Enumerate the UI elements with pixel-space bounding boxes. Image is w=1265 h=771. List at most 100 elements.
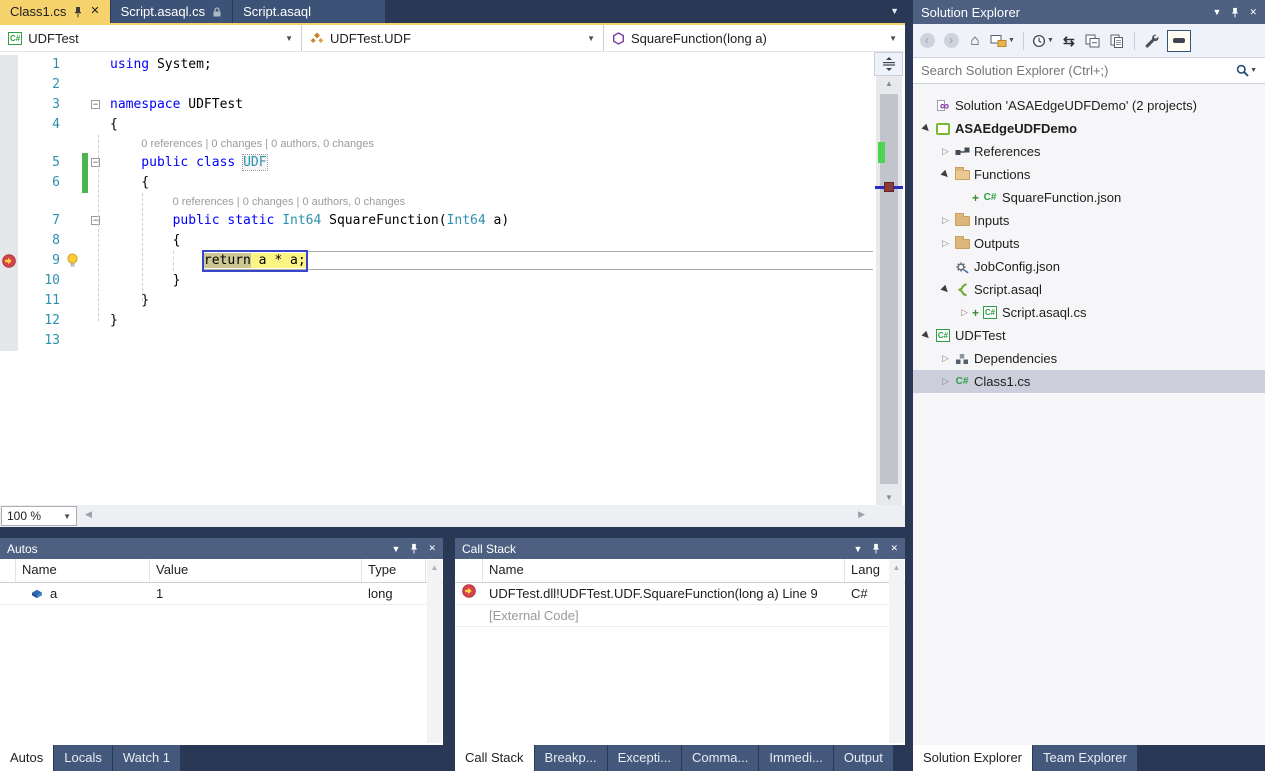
breakpoint-margin[interactable] <box>0 173 18 193</box>
tree-item-functions[interactable]: ▶Functions <box>913 163 1265 186</box>
codelens-row[interactable]: 0 references | 0 changes | 0 authors, 0 … <box>0 193 905 211</box>
document-tab-class1-cs[interactable]: Class1.cs✕ <box>0 0 110 23</box>
outline-margin[interactable] <box>88 331 104 351</box>
home-button[interactable]: ⌂ <box>966 30 984 52</box>
collapsed-arrow-icon[interactable]: ▷ <box>957 307 972 318</box>
breakpoint-margin[interactable] <box>0 231 18 251</box>
project-dropdown[interactable]: C#UDFTest▼ <box>0 25 302 51</box>
breakpoint-margin[interactable] <box>0 211 18 231</box>
tree-item-udftest[interactable]: ▶C#UDFTest <box>913 324 1265 347</box>
outline-margin[interactable] <box>88 311 104 331</box>
callstack-frame-row[interactable]: [External Code] <box>455 605 905 627</box>
outline-margin[interactable] <box>88 75 104 95</box>
code-line-12[interactable]: 12} <box>0 311 905 331</box>
tree-item-outputs[interactable]: ▷Outputs <box>913 232 1265 255</box>
breakpoint-margin[interactable] <box>0 153 18 173</box>
outline-margin[interactable] <box>88 231 104 251</box>
window-position-icon[interactable]: ▼ <box>1213 7 1222 17</box>
collapsed-arrow-icon[interactable]: ▷ <box>938 215 953 226</box>
tree-item-asaedgeudfdemo[interactable]: ▶ASAEdgeUDFDemo <box>913 117 1265 140</box>
outline-margin[interactable]: − <box>88 95 104 115</box>
scroll-down-icon[interactable]: ▼ <box>876 493 902 502</box>
tab-autos[interactable]: Autos <box>0 745 53 771</box>
code-line-2[interactable]: 2 <box>0 75 905 95</box>
column-header-lang[interactable]: Lang <box>845 559 891 582</box>
expanded-arrow-icon[interactable]: ▶ <box>938 169 953 180</box>
tree-item-squarefunction-json[interactable]: +C#SquareFunction.json <box>913 186 1265 209</box>
outline-margin[interactable] <box>88 115 104 135</box>
code-line-1[interactable]: 1using System; <box>0 55 905 75</box>
tab-solution-explorer[interactable]: Solution Explorer <box>913 745 1032 771</box>
column-header-name[interactable]: Name <box>483 559 845 582</box>
expanded-arrow-icon[interactable]: ▶ <box>919 330 934 341</box>
tab-output[interactable]: Output <box>834 745 893 771</box>
breakpoint-margin[interactable] <box>0 135 18 153</box>
breakpoint-margin[interactable] <box>0 193 18 211</box>
pending-changes-filter-button[interactable]: ▼ <box>1032 30 1054 52</box>
search-icon[interactable]: ▼ <box>1236 64 1257 77</box>
tree-item-dependencies[interactable]: ▷Dependencies <box>913 347 1265 370</box>
pin-icon[interactable] <box>409 543 419 554</box>
properties-button[interactable] <box>1143 30 1161 52</box>
window-position-icon[interactable]: ▼ <box>392 544 401 554</box>
breakpoint-margin[interactable] <box>0 291 18 311</box>
close-icon[interactable]: ✕ <box>1249 7 1257 18</box>
outline-margin[interactable] <box>88 173 104 193</box>
code-line-7[interactable]: 7−public static Int64 SquareFunction(Int… <box>0 211 905 231</box>
collapsed-arrow-icon[interactable]: ▷ <box>938 353 953 364</box>
search-input[interactable]: Search Solution Explorer (Ctrl+;)▼ <box>913 57 1265 84</box>
code-line-3[interactable]: 3−namespace UDFTest <box>0 95 905 115</box>
breakpoint-margin[interactable] <box>0 95 18 115</box>
tab-team-explorer[interactable]: Team Explorer <box>1033 745 1137 771</box>
code-line-6[interactable]: 6{ <box>0 173 905 193</box>
breakpoint-margin[interactable] <box>0 331 18 351</box>
scroll-right-icon[interactable]: ▶ <box>858 509 865 520</box>
document-list-dropdown-icon[interactable]: ▼ <box>890 6 899 16</box>
solution-explorer-titlebar[interactable]: Solution Explorer▼✕ <box>913 0 1265 24</box>
code-line-10[interactable]: 10} <box>0 271 905 291</box>
callstack-titlebar[interactable]: Call Stack▼✕ <box>455 538 905 559</box>
pin-icon[interactable] <box>73 6 83 18</box>
sync-with-active-document-button[interactable]: ⇆ <box>1060 30 1078 52</box>
forward-button[interactable]: › <box>942 30 960 52</box>
outline-margin[interactable]: − <box>88 211 104 231</box>
tab-locals[interactable]: Locals <box>54 745 112 771</box>
collapsed-arrow-icon[interactable]: ▷ <box>938 376 953 387</box>
tree-item-script-asaql[interactable]: ▶Script.asaql <box>913 278 1265 301</box>
tree-item-inputs[interactable]: ▷Inputs <box>913 209 1265 232</box>
collapse-all-button[interactable] <box>1084 30 1102 52</box>
tree-item-jobconfig-json[interactable]: JobConfig.json <box>913 255 1265 278</box>
switch-views-button[interactable]: ▼ <box>990 30 1015 52</box>
breakpoint-margin[interactable] <box>0 271 18 291</box>
tab-call-stack[interactable]: Call Stack <box>455 745 534 771</box>
tree-item-references[interactable]: ▷References <box>913 140 1265 163</box>
splitter-handle[interactable] <box>874 52 903 76</box>
collapsed-arrow-icon[interactable]: ▷ <box>938 146 953 157</box>
breakpoint-margin[interactable] <box>0 55 18 75</box>
code-line-8[interactable]: 8{ <box>0 231 905 251</box>
editor-horizontal-scrollbar[interactable]: ◀ ▶ <box>77 505 905 527</box>
close-icon[interactable]: ✕ <box>428 543 436 554</box>
code-line-4[interactable]: 4{ <box>0 115 905 135</box>
preview-selected-items-button[interactable] <box>1167 30 1191 52</box>
breakpoint-margin[interactable] <box>0 251 18 271</box>
codelens-text[interactable]: 0 references | 0 changes | 0 authors, 0 … <box>104 135 374 153</box>
code-editor[interactable]: 1using System;23−namespace UDFTest4{0 re… <box>0 52 905 505</box>
pin-icon[interactable] <box>871 543 881 554</box>
type-dropdown[interactable]: UDFTest.UDF▼ <box>302 25 604 51</box>
breakpoint-margin[interactable] <box>0 115 18 135</box>
tab-comma-[interactable]: Comma... <box>682 745 758 771</box>
show-all-files-button[interactable] <box>1108 30 1126 52</box>
tree-item-solution-asaedgeudfdemo-2-projects-[interactable]: ∞Solution 'ASAEdgeUDFDemo' (2 projects) <box>913 94 1265 117</box>
scroll-up-icon[interactable]: ▲ <box>876 79 902 88</box>
scroll-left-icon[interactable]: ◀ <box>85 509 92 520</box>
autos-titlebar[interactable]: Autos▼✕ <box>0 538 443 559</box>
tree-item-class1-cs[interactable]: ▷C#Class1.cs <box>913 370 1265 393</box>
tab-excepti-[interactable]: Excepti... <box>608 745 681 771</box>
callstack-scrollbar[interactable]: ▲ <box>889 560 904 743</box>
collapse-region-icon[interactable]: − <box>91 100 100 109</box>
pin-icon[interactable] <box>1230 7 1240 18</box>
tab-watch-1[interactable]: Watch 1 <box>113 745 180 771</box>
column-header-name[interactable]: Name <box>16 559 150 582</box>
outline-margin[interactable] <box>88 271 104 291</box>
